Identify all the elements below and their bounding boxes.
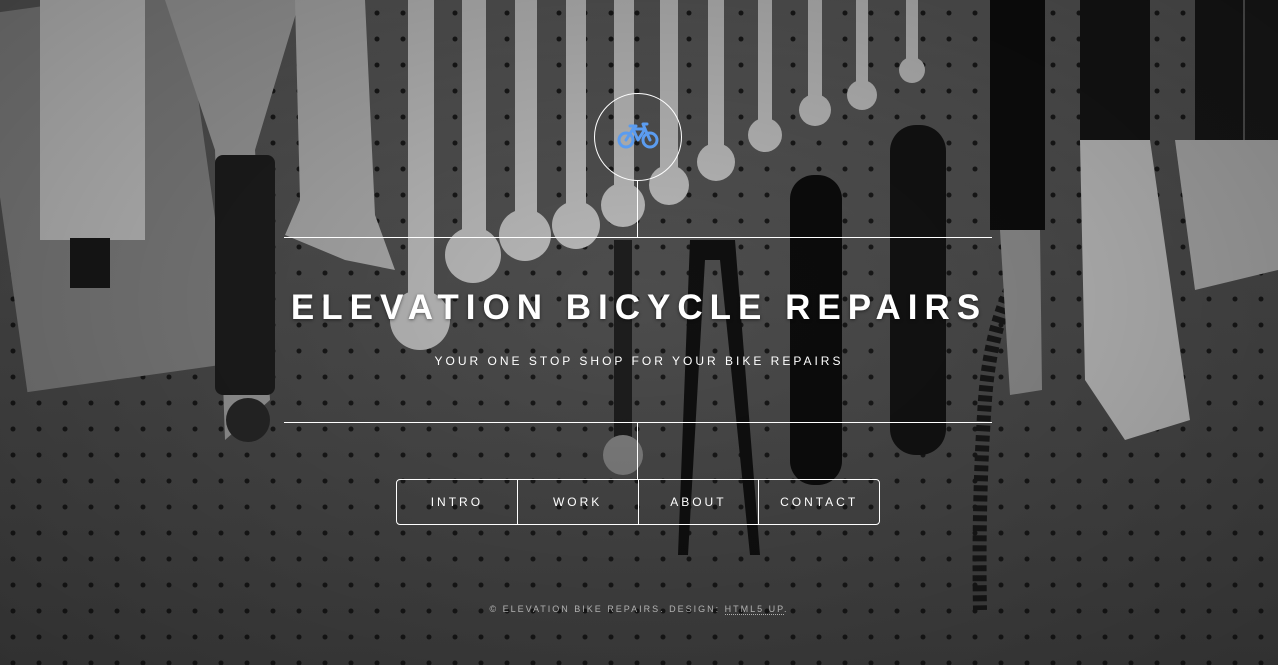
nav-item-intro[interactable]: INTRO <box>397 480 517 524</box>
nav-connector-line <box>637 423 638 479</box>
logo-connector-line <box>637 181 638 238</box>
footer-copyright: © ELEVATION BIKE REPAIRS. DESIGN: <box>489 604 725 614</box>
page-title: ELEVATION BICYCLE REPAIRS <box>290 288 988 327</box>
nav-item-work[interactable]: WORK <box>516 480 638 524</box>
title-bottom-rule <box>284 422 992 423</box>
header: ELEVATION BICYCLE REPAIRS YOUR ONE STOP … <box>0 0 1278 665</box>
logo <box>594 93 682 181</box>
footer-period: . <box>784 604 789 614</box>
nav-item-contact[interactable]: CONTACT <box>758 480 879 524</box>
bicycle-icon <box>617 121 659 154</box>
page-background: ELEVATION BICYCLE REPAIRS YOUR ONE STOP … <box>0 0 1278 665</box>
page-subtitle: YOUR ONE STOP SHOP FOR YOUR BIKE REPAIRS <box>434 354 844 368</box>
nav-item-about[interactable]: ABOUT <box>637 480 759 524</box>
title-top-rule <box>284 237 992 238</box>
footer: © ELEVATION BIKE REPAIRS. DESIGN: HTML5 … <box>0 604 1278 615</box>
main-nav: INTRO WORK ABOUT CONTACT <box>396 479 880 525</box>
footer-credit-link[interactable]: HTML5 UP <box>724 604 785 615</box>
